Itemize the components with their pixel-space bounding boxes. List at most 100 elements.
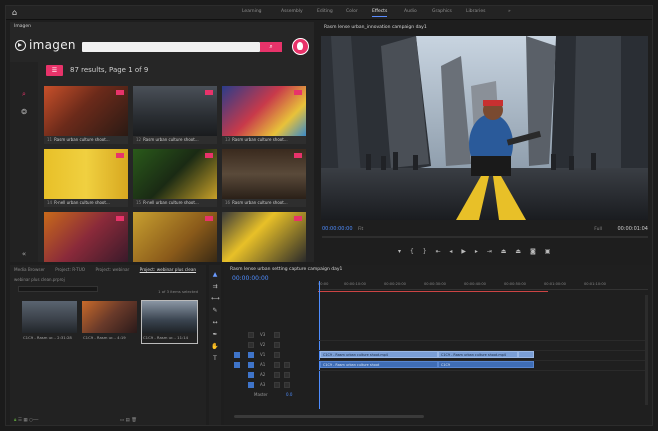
new-bin-icon[interactable]: ▭: [120, 418, 124, 423]
brain-icon[interactable]: ❂: [20, 108, 28, 116]
video-clip[interactable]: [518, 351, 534, 358]
collapse-icon[interactable]: «: [20, 250, 28, 258]
search-input[interactable]: [82, 42, 260, 52]
pen-icon[interactable]: ✒: [211, 331, 219, 339]
toggle-output-icon[interactable]: [274, 342, 280, 348]
audio-clip[interactable]: C1C9 - Rasm urban culture shoot: [320, 361, 438, 368]
mark-out-icon[interactable]: }: [423, 248, 427, 255]
source-patch-v1[interactable]: [234, 352, 240, 358]
lock-track-icon[interactable]: [248, 372, 254, 378]
toggle-output-icon[interactable]: [274, 332, 280, 338]
track-select-icon[interactable]: ⇉: [211, 283, 219, 291]
tab-project-webinar-plus-clean[interactable]: Project: webinar plus clean: [140, 267, 196, 272]
result-thumb[interactable]: [44, 212, 128, 262]
mute-icon[interactable]: [274, 382, 280, 388]
project-clip[interactable]: C1C9 - Rasm ur... 4:19: [82, 301, 137, 343]
source-patch-a1[interactable]: [234, 362, 240, 368]
program-monitor-tab[interactable]: Rasm lense urban_innovation campaign day…: [324, 25, 427, 30]
audio-clip[interactable]: C1C9: [438, 361, 534, 368]
marker-icon[interactable]: ▾: [398, 248, 401, 255]
export-frame-icon[interactable]: ◙: [530, 248, 536, 255]
list-view-icon[interactable]: ☰: [18, 418, 22, 423]
workspace-graphics[interactable]: Graphics: [432, 9, 452, 14]
solo-icon[interactable]: [284, 362, 290, 368]
result-thumb[interactable]: 15 R-nell urban culture shoot...: [133, 149, 217, 207]
solo-icon[interactable]: [284, 382, 290, 388]
search-button[interactable]: ⌕: [260, 42, 282, 52]
step-forward-icon[interactable]: ▸: [475, 248, 478, 255]
workspace-effects[interactable]: Effects: [372, 9, 388, 17]
result-thumb[interactable]: 14 R-nell urban culture shoot...: [44, 149, 128, 207]
transport-controls: ▾ { } ⇤ ◂ ▶ ▸ ⇥ ⏏ ⏏ ◙ ▣: [398, 248, 557, 255]
tab-project-webinar[interactable]: Project: webinar: [95, 267, 129, 272]
result-thumb[interactable]: 13 Rasm urban culture shoot...: [222, 86, 306, 144]
mute-icon[interactable]: [274, 372, 280, 378]
solo-icon[interactable]: [284, 372, 290, 378]
project-clip[interactable]: C1C9 - Rasm ur... 2:31:28: [22, 301, 77, 343]
timeline-scrollbar[interactable]: [234, 415, 424, 418]
project-search-input[interactable]: [18, 286, 98, 292]
hand-icon[interactable]: ✋: [211, 343, 219, 351]
toggle-output-icon[interactable]: [274, 352, 280, 358]
playhead[interactable]: [319, 281, 320, 409]
lock-icon[interactable]: 🔒︎: [14, 418, 16, 423]
track-header-master: Master 0.0: [254, 392, 293, 397]
go-to-in-icon[interactable]: ⇤: [435, 248, 440, 255]
new-item-icon[interactable]: ▤: [126, 418, 130, 423]
video-clip[interactable]: C1C9 - Rasm urban culture shoot.mp4: [320, 351, 438, 358]
workspace-more-icon[interactable]: »: [508, 9, 511, 14]
mute-icon[interactable]: [274, 362, 280, 368]
zoom-slider[interactable]: ○──: [29, 418, 38, 423]
time-ruler[interactable]: 00:00 00:00:10:00 00:00:20:00 00:00:30:0…: [318, 281, 648, 290]
go-to-out-icon[interactable]: ⇥: [487, 248, 492, 255]
resolution-select[interactable]: Full: [594, 227, 602, 232]
compare-icon[interactable]: ▣: [545, 248, 551, 255]
monitor-scrubber[interactable]: [322, 236, 648, 238]
sequence-tab[interactable]: Rasm lense urban setting capture campaig…: [230, 267, 342, 272]
user-avatar[interactable]: [292, 38, 309, 55]
icon-view-icon[interactable]: ▦: [23, 418, 27, 423]
lock-track-icon[interactable]: [248, 342, 254, 348]
lock-track-icon[interactable]: [248, 382, 254, 388]
video-clip[interactable]: C1C9 - Rasm urban culture shoot.mp4: [438, 351, 518, 358]
zoom-select[interactable]: Fit: [358, 227, 363, 232]
type-icon[interactable]: T: [211, 355, 219, 363]
mark-in-icon[interactable]: {: [410, 248, 414, 255]
lock-track-icon[interactable]: [248, 332, 254, 338]
ripple-edit-icon[interactable]: ⟷: [211, 295, 220, 303]
result-thumb[interactable]: 16 Rasm urban culture shoot...: [222, 149, 306, 207]
workspace-assembly[interactable]: Assembly: [281, 9, 303, 14]
playhead-timecode[interactable]: 00:00:00:00: [322, 226, 353, 232]
ruler-label: 00:00:30:00: [424, 282, 446, 286]
extract-icon[interactable]: ⏏: [515, 248, 521, 255]
tab-media-browser[interactable]: Media Browser: [14, 267, 45, 272]
search-icon[interactable]: ⌕: [20, 90, 28, 98]
workspace-editing[interactable]: Editing: [317, 9, 333, 14]
step-back-icon[interactable]: ◂: [449, 248, 452, 255]
result-badge-icon: [205, 90, 213, 95]
workspace-audio[interactable]: Audio: [404, 9, 417, 14]
timeline-timecode[interactable]: 00:00:00:00: [232, 275, 269, 282]
trash-icon[interactable]: 🗑︎: [131, 418, 137, 423]
lift-icon[interactable]: ⏏: [501, 248, 507, 255]
filter-menu-button[interactable]: ☰: [46, 65, 63, 76]
lock-track-icon[interactable]: [248, 352, 254, 358]
lock-track-icon[interactable]: [248, 362, 254, 368]
project-clip-selected[interactable]: C1C9 - Rasm ur... 11:14: [141, 300, 198, 344]
result-thumb[interactable]: 11 Rasm urban culture shoot...: [44, 86, 128, 144]
selection-tool-icon[interactable]: ▲: [211, 271, 219, 279]
result-thumb[interactable]: [222, 212, 306, 262]
result-thumb[interactable]: 12 Rasm urban culture shoot...: [133, 86, 217, 144]
home-icon[interactable]: ⌂: [12, 8, 22, 18]
timeline-vertical-scrollbar[interactable]: [645, 295, 648, 405]
work-area-bar[interactable]: [318, 291, 548, 292]
workspace-color[interactable]: Color: [346, 9, 358, 14]
razor-icon[interactable]: ✎: [211, 307, 219, 315]
slip-icon[interactable]: ↔: [211, 319, 219, 327]
result-thumb[interactable]: [133, 212, 217, 262]
play-icon[interactable]: ▶: [461, 248, 466, 255]
workspace-learning[interactable]: Learning: [242, 9, 262, 14]
tab-project-rtuo[interactable]: Project: R-TUO: [55, 267, 85, 272]
imagen-panel-tab[interactable]: Imagen: [14, 24, 31, 29]
workspace-libraries[interactable]: Libraries: [466, 9, 485, 14]
